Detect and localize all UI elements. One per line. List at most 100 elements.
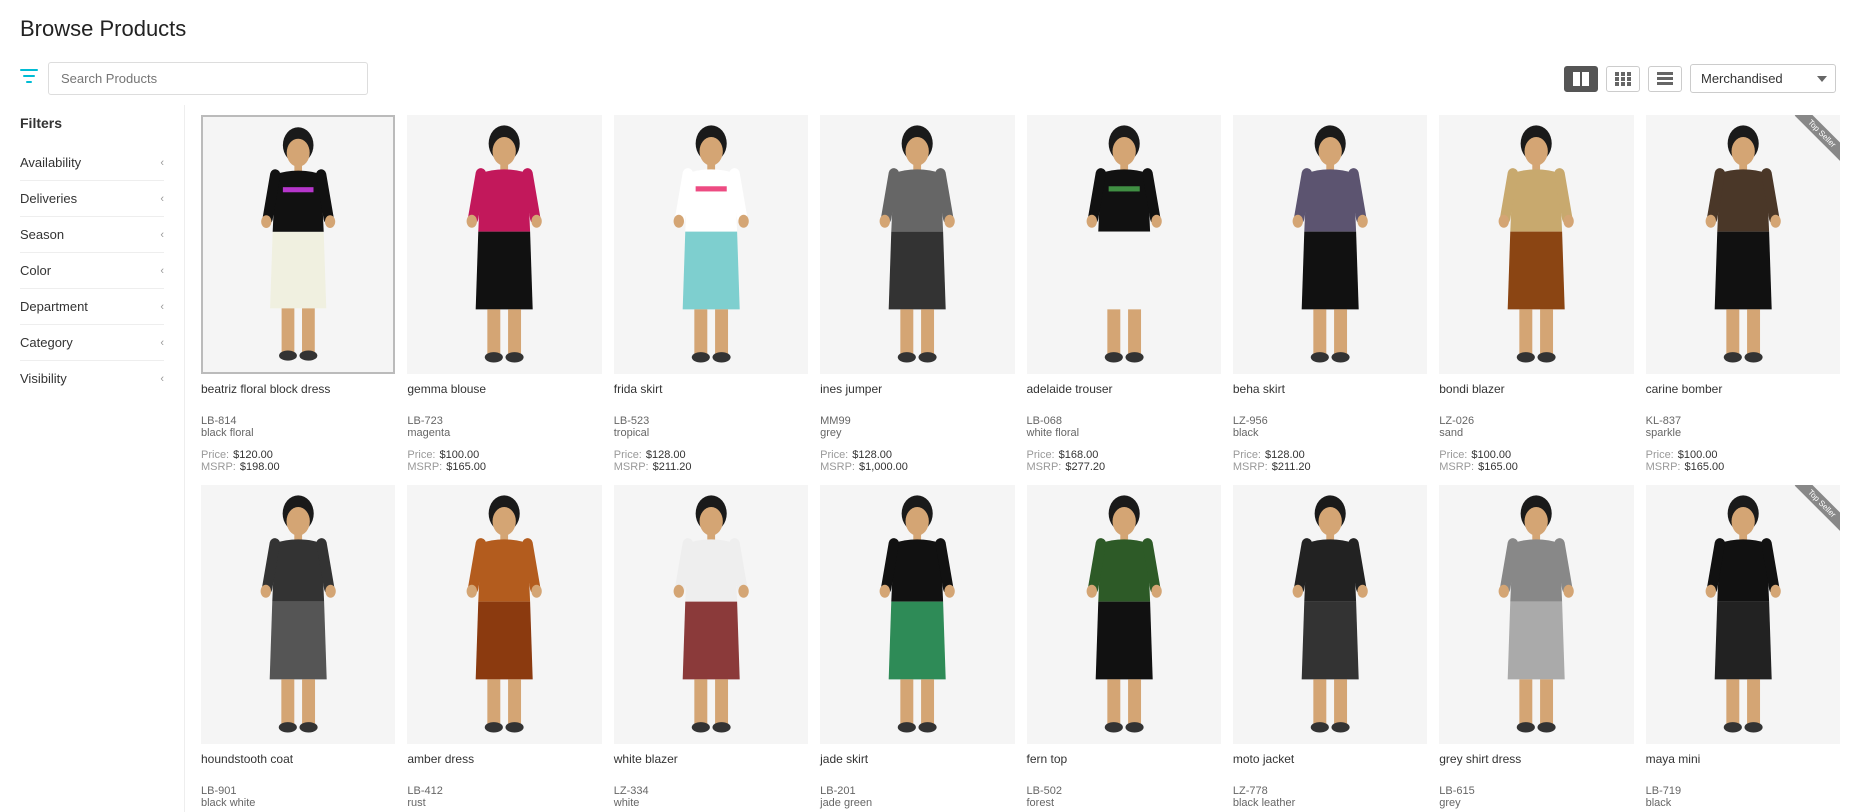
product-figure (820, 115, 1014, 374)
chevron-icon: ‹ (160, 337, 164, 349)
msrp-label: MSRP: (201, 461, 236, 473)
product-price-row: Price: $120.00 (201, 449, 395, 461)
product-msrp-row: MSRP: $1,000.00 (820, 461, 1014, 473)
product-image (1027, 485, 1221, 744)
product-name: houndstooth coat (201, 752, 395, 782)
product-card[interactable]: gemma blouse LB-723 magenta Price: $100.… (407, 115, 601, 473)
product-card[interactable]: grey shirt dress LB-615 grey Price: $110… (1439, 485, 1633, 812)
chevron-icon: ‹ (160, 265, 164, 277)
search-input[interactable] (48, 62, 368, 95)
product-price-row: Price: $100.00 (1646, 449, 1840, 461)
product-figure (201, 485, 395, 744)
product-image (1439, 485, 1633, 744)
product-figure (1233, 115, 1427, 374)
product-card[interactable]: carine bomber KL-837 sparkle Price: $100… (1646, 115, 1840, 473)
price-value: $128.00 (852, 449, 892, 461)
price-label: Price: (614, 449, 642, 461)
msrp-value: $165.00 (1478, 461, 1518, 473)
filter-visibility[interactable]: Visibility ‹ (20, 361, 164, 396)
product-card[interactable]: ines jumper MM99 grey Price: $128.00 MSR… (820, 115, 1014, 473)
msrp-value: $277.20 (1065, 461, 1105, 473)
msrp-label: MSRP: (1233, 461, 1268, 473)
product-card[interactable]: moto jacket LZ-778 black leather Price: … (1233, 485, 1427, 812)
product-card[interactable]: jade skirt LB-201 jade green Price: $98.… (820, 485, 1014, 812)
price-value: $168.00 (1059, 449, 1099, 461)
msrp-label: MSRP: (614, 461, 649, 473)
view-grid-button[interactable] (1606, 66, 1640, 92)
filter-icon[interactable] (20, 67, 38, 90)
product-sku: LZ-956 (1233, 415, 1427, 427)
filter-category-label: Category (20, 335, 73, 350)
product-card[interactable]: beha skirt LZ-956 black Price: $128.00 M… (1233, 115, 1427, 473)
page-header: Browse Products (0, 0, 1856, 62)
product-color: sparkle (1646, 427, 1840, 439)
product-card[interactable]: adelaide trouser LB-068 white floral Pri… (1027, 115, 1221, 473)
product-msrp-row: MSRP: $211.20 (614, 461, 808, 473)
product-card[interactable]: amber dress LB-412 rust Price: $135.00 M… (407, 485, 601, 812)
price-value: $100.00 (1678, 449, 1718, 461)
products-grid: beatriz floral block dress LB-814 black … (201, 115, 1840, 812)
product-card[interactable]: beatriz floral block dress LB-814 black … (201, 115, 395, 473)
product-sku: LB-901 (201, 785, 395, 797)
product-card[interactable]: houndstooth coat LB-901 black white Pric… (201, 485, 395, 812)
product-color: black leather (1233, 797, 1427, 809)
price-label: Price: (1233, 449, 1261, 461)
msrp-label: MSRP: (407, 461, 442, 473)
chevron-icon: ‹ (160, 301, 164, 313)
product-color: grey (820, 427, 1014, 439)
product-name: carine bomber (1646, 382, 1840, 412)
top-seller-badge (1788, 485, 1840, 537)
product-name: fern top (1027, 752, 1221, 782)
product-msrp-row: MSRP: $165.00 (407, 461, 601, 473)
product-image (820, 115, 1014, 374)
product-card[interactable]: white blazer LZ-334 white Price: $115.00… (614, 485, 808, 812)
sort-select[interactable]: Merchandised Price: Low to High Price: H… (1690, 64, 1836, 93)
price-label: Price: (407, 449, 435, 461)
product-card[interactable]: frida skirt LB-523 tropical Price: $128.… (614, 115, 808, 473)
product-image (201, 115, 395, 374)
product-name: beatriz floral block dress (201, 382, 395, 412)
product-sku: LB-523 (614, 415, 808, 427)
product-color: tropical (614, 427, 808, 439)
product-figure (1439, 485, 1633, 744)
product-card[interactable]: bondi blazer LZ-026 sand Price: $100.00 … (1439, 115, 1633, 473)
price-value: $100.00 (1471, 449, 1511, 461)
msrp-value: $211.20 (653, 461, 692, 473)
filter-color[interactable]: Color ‹ (20, 253, 164, 289)
product-msrp-row: MSRP: $165.00 (1439, 461, 1633, 473)
filter-deliveries[interactable]: Deliveries ‹ (20, 181, 164, 217)
product-card[interactable]: fern top LB-502 forest Price: $88.00 MSR… (1027, 485, 1221, 812)
msrp-label: MSRP: (1027, 461, 1062, 473)
product-figure (407, 115, 601, 374)
view-list-button[interactable] (1648, 66, 1682, 92)
view-two-col-button[interactable] (1564, 66, 1598, 92)
product-image (1646, 115, 1840, 374)
filter-category[interactable]: Category ‹ (20, 325, 164, 361)
price-value: $120.00 (233, 449, 273, 461)
chevron-icon: ‹ (160, 229, 164, 241)
product-price-row: Price: $100.00 (1439, 449, 1633, 461)
product-color: white floral (1027, 427, 1221, 439)
sidebar: Filters Availability ‹ Deliveries ‹ Seas… (0, 105, 185, 812)
product-name: beha skirt (1233, 382, 1427, 412)
price-label: Price: (201, 449, 229, 461)
filter-department[interactable]: Department ‹ (20, 289, 164, 325)
product-image (1027, 115, 1221, 374)
toolbar: Merchandised Price: Low to High Price: H… (0, 62, 1856, 105)
product-figure (203, 117, 393, 372)
product-msrp-row: MSRP: $165.00 (1646, 461, 1840, 473)
product-sku: LB-412 (407, 785, 601, 797)
product-figure (820, 485, 1014, 744)
price-label: Price: (820, 449, 848, 461)
msrp-value: $165.00 (1684, 461, 1724, 473)
filter-availability[interactable]: Availability ‹ (20, 145, 164, 181)
page: Browse Products (0, 0, 1856, 812)
product-card[interactable]: maya mini LB-719 black Price: $95.00 MSR… (1646, 485, 1840, 812)
product-msrp-row: MSRP: $211.20 (1233, 461, 1427, 473)
product-figure (1027, 115, 1221, 374)
search-box (48, 62, 368, 95)
product-color: rust (407, 797, 601, 809)
price-label: Price: (1646, 449, 1674, 461)
filter-season[interactable]: Season ‹ (20, 217, 164, 253)
product-color: grey (1439, 797, 1633, 809)
